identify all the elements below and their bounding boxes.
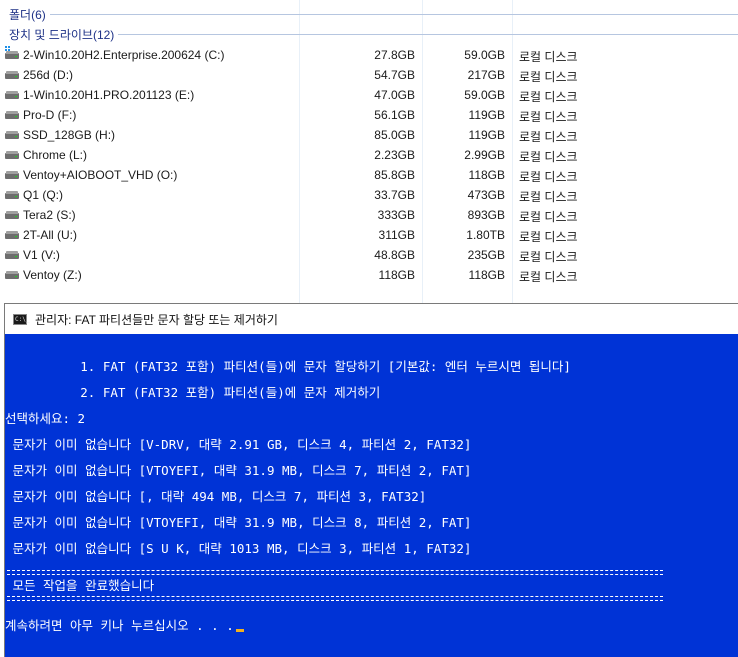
drive-type: 로컬 디스크	[519, 230, 578, 244]
drive-name: Tera2 (S:)	[23, 208, 76, 222]
drive-name: 2T-All (U:)	[23, 228, 77, 242]
group-label: 폴더(6)	[9, 7, 46, 22]
drive-name: Q1 (Q:)	[23, 188, 64, 202]
result-line: 문자가 이미 없습니다 [, 대략 494 MB, 디스크 7, 파티션 3, …	[5, 489, 427, 504]
group-header-folders[interactable]: 폴더(6)	[9, 5, 738, 23]
free-space: 118GB	[378, 268, 415, 282]
drive-row[interactable]: Chrome (L:) 2.23GB 2.99GB 로컬 디스크	[0, 145, 738, 165]
drive-type: 로컬 디스크	[519, 250, 578, 264]
free-space: 47.0GB	[374, 88, 415, 102]
group-rule	[49, 13, 738, 15]
console-window[interactable]: 관리자: FAT 파티션들만 문자 할당 또는 제거하기 1. FAT (FAT…	[4, 303, 738, 657]
drive-row[interactable]: Ventoy+AIOBOOT_VHD (O:) 85.8GB 118GB 로컬 디스크	[0, 165, 738, 185]
drive-row[interactable]: V1 (V:) 48.8GB 235GB 로컬 디스크	[0, 245, 738, 265]
window-title: 관리자: FAT 파티션들만 문자 할당 또는 제거하기	[35, 312, 278, 327]
drive-icon	[5, 70, 19, 80]
drive-row[interactable]: 256d (D:) 54.7GB 217GB 로컬 디스크	[0, 65, 738, 85]
drive-type: 로컬 디스크	[519, 270, 578, 284]
total-size: 118GB	[468, 268, 505, 282]
drive-type: 로컬 디스크	[519, 210, 578, 224]
drive-icon	[5, 170, 19, 180]
drive-name: SSD_128GB (H:)	[23, 128, 116, 142]
drive-type: 로컬 디스크	[519, 50, 578, 64]
console-output[interactable]: 1. FAT (FAT32 포함) 파티션(들)에 문자 할당하기 [기본값: …	[5, 334, 738, 657]
text-cursor	[235, 629, 244, 632]
drive-name: Pro-D (F:)	[23, 108, 77, 122]
drive-row[interactable]: 1-Win10.20H1.PRO.201123 (E:) 47.0GB 59.0GB…	[0, 85, 738, 105]
group-label: 장치 및 드라이브(12)	[9, 27, 115, 42]
total-size: 2.99GB	[464, 148, 505, 162]
cmd-icon	[13, 313, 29, 325]
drive-icon	[5, 130, 19, 140]
group-header-devices[interactable]: 장치 및 드라이브(12)	[9, 25, 738, 43]
total-size: 217GB	[467, 68, 505, 82]
drive-type: 로컬 디스크	[519, 70, 578, 84]
continue-prompt: 계속하려면 아무 키나 누르십시오 . . .	[5, 618, 244, 634]
drive-row[interactable]: 2T-All (U:) 311GB 1.80TB 로컬 디스크	[0, 225, 738, 245]
drive-icon	[5, 210, 19, 220]
free-space: 333GB	[377, 208, 415, 222]
total-size: 893GB	[467, 208, 505, 222]
drive-icon	[5, 270, 19, 280]
total-size: 59.0GB	[464, 48, 505, 62]
drive-name: Chrome (L:)	[23, 148, 88, 162]
completion-message: 모든 작업을 완료했습니다	[5, 578, 155, 593]
drive-icon	[5, 150, 19, 160]
free-space: 85.8GB	[374, 168, 415, 182]
drive-type: 로컬 디스크	[519, 130, 578, 144]
drive-name: 256d (D:)	[23, 68, 74, 82]
total-size: 235GB	[467, 248, 505, 262]
result-line: 문자가 이미 없습니다 [S U K, 대략 1013 MB, 디스크 3, 파…	[5, 541, 472, 556]
result-line: 문자가 이미 없습니다 [VTOYEFI, 대략 31.9 MB, 디스크 8,…	[5, 515, 472, 530]
free-space: 54.7GB	[374, 68, 415, 82]
drive-name: 1-Win10.20H1.PRO.201123 (E:)	[23, 88, 195, 102]
drive-type: 로컬 디스크	[519, 170, 578, 184]
result-line: 문자가 이미 없습니다 [V-DRV, 대략 2.91 GB, 디스크 4, 파…	[5, 437, 472, 452]
drive-row[interactable]: Q1 (Q:) 33.7GB 473GB 로컬 디스크	[0, 185, 738, 205]
total-size: 473GB	[467, 188, 505, 202]
drive-row[interactable]: Pro-D (F:) 56.1GB 119GB 로컬 디스크	[0, 105, 738, 125]
drive-name: 2-Win10.20H2.Enterprise.200624 (C:)	[23, 48, 225, 62]
drive-icon	[5, 250, 19, 260]
total-size: 1.80TB	[466, 228, 505, 242]
free-space: 56.1GB	[374, 108, 415, 122]
drive-row[interactable]: Tera2 (S:) 333GB 893GB 로컬 디스크	[0, 205, 738, 225]
total-size: 118GB	[468, 168, 505, 182]
group-rule	[118, 33, 738, 35]
drive-type: 로컬 디스크	[519, 190, 578, 204]
free-space: 85.0GB	[374, 128, 415, 142]
free-space: 311GB	[378, 228, 415, 242]
drive-icon	[5, 190, 19, 200]
free-space: 27.8GB	[374, 48, 415, 62]
total-size: 59.0GB	[464, 88, 505, 102]
drive-type: 로컬 디스크	[519, 90, 578, 104]
total-size: 119GB	[468, 128, 505, 142]
drive-row[interactable]: Ventoy (Z:) 118GB 118GB 로컬 디스크	[0, 265, 738, 285]
file-explorer-pane: 폴더(6) 장치 및 드라이브(12) 2-Win10.20H2.Enterpr…	[0, 0, 738, 303]
separator-line	[7, 570, 663, 575]
drive-name: Ventoy+AIOBOOT_VHD (O:)	[23, 168, 178, 182]
windows-drive-icon	[5, 46, 19, 60]
drive-row[interactable]: 2-Win10.20H2.Enterprise.200624 (C:) 27.8G…	[0, 45, 738, 65]
drive-icon	[5, 230, 19, 240]
menu-option-2: 2. FAT (FAT32 포함) 파티션(들)에 문자 제거하기	[5, 385, 381, 400]
drive-icon	[5, 90, 19, 100]
free-space: 48.8GB	[374, 248, 415, 262]
result-line: 문자가 이미 없습니다 [VTOYEFI, 대략 31.9 MB, 디스크 7,…	[5, 463, 472, 478]
total-size: 119GB	[468, 108, 505, 122]
drive-icon	[5, 110, 19, 120]
selection-prompt: 선택하세요: 2	[5, 411, 86, 426]
console-titlebar[interactable]: 관리자: FAT 파티션들만 문자 할당 또는 제거하기	[5, 304, 738, 334]
drive-name: V1 (V:)	[23, 248, 60, 262]
free-space: 33.7GB	[374, 188, 415, 202]
continue-text: 계속하려면 아무 키나 누르십시오 . . .	[5, 618, 234, 633]
menu-option-1: 1. FAT (FAT32 포함) 파티션(들)에 문자 할당하기 [기본값: …	[5, 359, 571, 374]
free-space: 2.23GB	[374, 148, 415, 162]
drive-name: Ventoy (Z:)	[23, 268, 82, 282]
separator-line	[7, 596, 663, 601]
drive-row[interactable]: SSD_128GB (H:) 85.0GB 119GB 로컬 디스크	[0, 125, 738, 145]
drive-type: 로컬 디스크	[519, 150, 578, 164]
drive-type: 로컬 디스크	[519, 110, 578, 124]
